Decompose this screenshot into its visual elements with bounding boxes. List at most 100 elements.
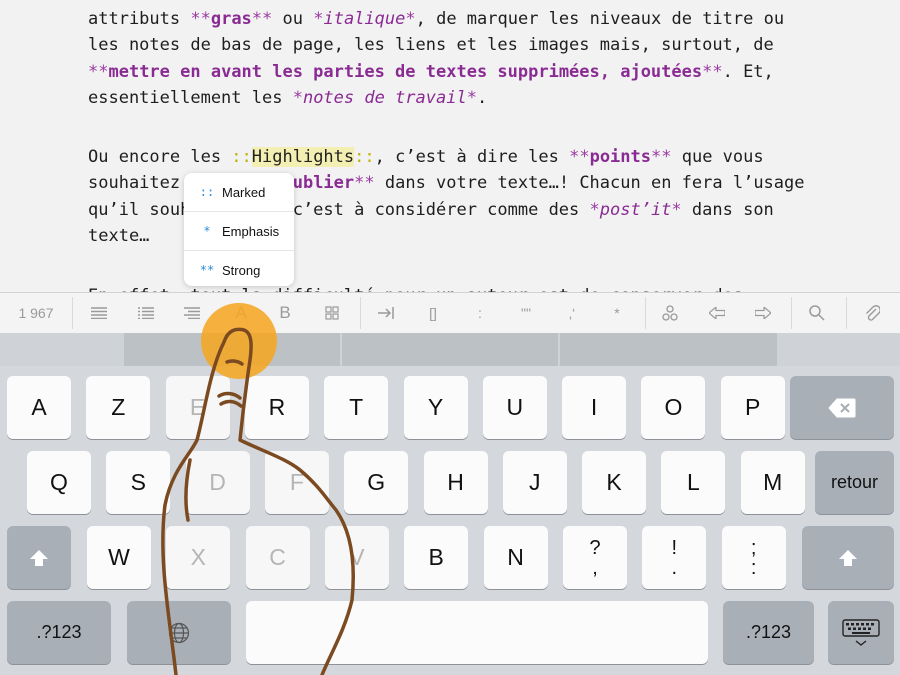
- bold-b-button[interactable]: B: [266, 293, 304, 333]
- globe-icon: [168, 622, 190, 643]
- shift-key-left[interactable]: [7, 526, 71, 589]
- key-g[interactable]: G: [344, 451, 409, 514]
- numbers-key-left[interactable]: .?123: [7, 601, 111, 664]
- popup-item-marked[interactable]: :: Marked: [184, 173, 294, 212]
- link-icon[interactable]: [651, 293, 689, 333]
- text-editor[interactable]: attributs **gras** ou *italique*, de mar…: [0, 0, 900, 292]
- keyboard-dismiss-icon: [842, 618, 880, 646]
- text-run: **: [190, 9, 211, 29]
- key-l[interactable]: L: [661, 451, 726, 514]
- style-popup-menu: :: Marked* Emphasis** Strong: [184, 173, 294, 286]
- text-run: *: [405, 9, 416, 29]
- prediction-slot[interactable]: [342, 333, 558, 366]
- key-glyph: ?: [589, 536, 601, 559]
- editor-line: Ou encore les ::Highlights::, c’est à di…: [88, 144, 764, 170]
- key-punct-1[interactable]: !.: [642, 526, 707, 589]
- prediction-slot[interactable]: [124, 333, 340, 366]
- popup-item-label: Emphasis: [222, 223, 280, 239]
- key-d[interactable]: D: [185, 451, 250, 514]
- space-key[interactable]: [246, 601, 708, 664]
- align-right-icon[interactable]: [173, 293, 211, 333]
- text-run: dans votre texte…! Chacun en fera l’usag…: [374, 173, 805, 193]
- globe-key[interactable]: [127, 601, 231, 664]
- toolbar-divider: [846, 297, 847, 329]
- key-v[interactable]: V: [324, 526, 389, 589]
- key-a[interactable]: A: [7, 376, 71, 439]
- text-run: ou: [272, 9, 314, 29]
- brackets-button[interactable]: []: [414, 293, 452, 333]
- key-y[interactable]: Y: [403, 376, 468, 439]
- shift-key-right[interactable]: [802, 526, 894, 589]
- key-m[interactable]: M: [740, 451, 805, 514]
- align-left-icon[interactable]: [80, 293, 118, 333]
- text-run: . Et,: [722, 62, 774, 82]
- key-f[interactable]: F: [264, 451, 329, 514]
- heading-a-button[interactable]: A: [222, 293, 260, 333]
- text-run: post’it: [599, 200, 672, 220]
- key-i[interactable]: I: [562, 376, 627, 439]
- asterisk-button[interactable]: *: [598, 293, 636, 333]
- popup-item-strong[interactable]: ** Strong: [184, 251, 294, 289]
- key-x[interactable]: X: [166, 526, 231, 589]
- text-run: que vous: [671, 147, 764, 167]
- list-icon[interactable]: [127, 293, 165, 333]
- grid-icon[interactable]: [313, 293, 351, 333]
- key-p[interactable]: P: [720, 376, 785, 439]
- key-punct-2[interactable]: ;:: [721, 526, 786, 589]
- popup-item-emphasis[interactable]: * Emphasis: [184, 212, 294, 251]
- numbers-key-right[interactable]: .?123: [723, 601, 814, 664]
- key-w[interactable]: W: [87, 526, 151, 589]
- key-q[interactable]: Q: [27, 451, 91, 514]
- text-run: essentiellement les: [88, 88, 293, 108]
- key-t[interactable]: T: [324, 376, 389, 439]
- toolbar-divider: [360, 297, 361, 329]
- emphasis-icon: *: [203, 224, 211, 238]
- key-e[interactable]: E: [165, 376, 230, 439]
- marked-icon: ::: [199, 185, 215, 199]
- key-c[interactable]: C: [245, 526, 310, 589]
- arrow-right-icon[interactable]: [744, 293, 782, 333]
- text-run: Highlights: [251, 147, 355, 167]
- key-b[interactable]: B: [404, 526, 469, 589]
- key-o[interactable]: O: [641, 376, 706, 439]
- text-run: .: [476, 88, 488, 108]
- text-run: *: [313, 9, 324, 29]
- text-run: ::: [231, 147, 252, 167]
- key-glyph: :: [750, 556, 757, 579]
- key-z[interactable]: Z: [86, 376, 151, 439]
- prediction-slot[interactable]: [560, 333, 777, 366]
- paperclip-icon[interactable]: [853, 293, 891, 333]
- text-run: gras: [210, 9, 252, 29]
- single-quotes-button[interactable]: ‚‘: [553, 293, 591, 333]
- backspace-key[interactable]: [790, 376, 894, 439]
- key-glyph: ,: [592, 556, 598, 579]
- key-h[interactable]: H: [423, 451, 488, 514]
- indent-icon[interactable]: [367, 293, 405, 333]
- search-icon[interactable]: [798, 293, 836, 333]
- return-key[interactable]: retour: [815, 451, 894, 514]
- key-r[interactable]: R: [244, 376, 309, 439]
- text-run: *: [292, 88, 303, 108]
- editor-line: les notes de bas de page, les liens et l…: [88, 32, 774, 58]
- text-run: *: [466, 88, 477, 108]
- key-n[interactable]: N: [483, 526, 548, 589]
- text-run: Ou encore les: [88, 147, 232, 167]
- hide-keyboard-key[interactable]: [828, 601, 894, 664]
- predictive-bar: [0, 333, 900, 366]
- key-punct-0[interactable]: ?,: [563, 526, 627, 589]
- text-run: **: [702, 62, 723, 82]
- text-run: points: [589, 147, 651, 167]
- text-run: attributs: [88, 9, 191, 29]
- text-run: **: [251, 9, 273, 29]
- toolbar-divider: [645, 297, 646, 329]
- key-j[interactable]: J: [502, 451, 567, 514]
- key-u[interactable]: U: [482, 376, 547, 439]
- key-s[interactable]: S: [106, 451, 171, 514]
- quotes-button[interactable]: "": [507, 293, 545, 333]
- colon-button[interactable]: :: [461, 293, 499, 333]
- text-run: **: [569, 147, 590, 167]
- key-k[interactable]: K: [582, 451, 647, 514]
- arrow-left-icon[interactable]: [698, 293, 736, 333]
- text-run: italique: [323, 9, 406, 29]
- text-run: les notes de bas de page, les liens et l…: [88, 35, 774, 55]
